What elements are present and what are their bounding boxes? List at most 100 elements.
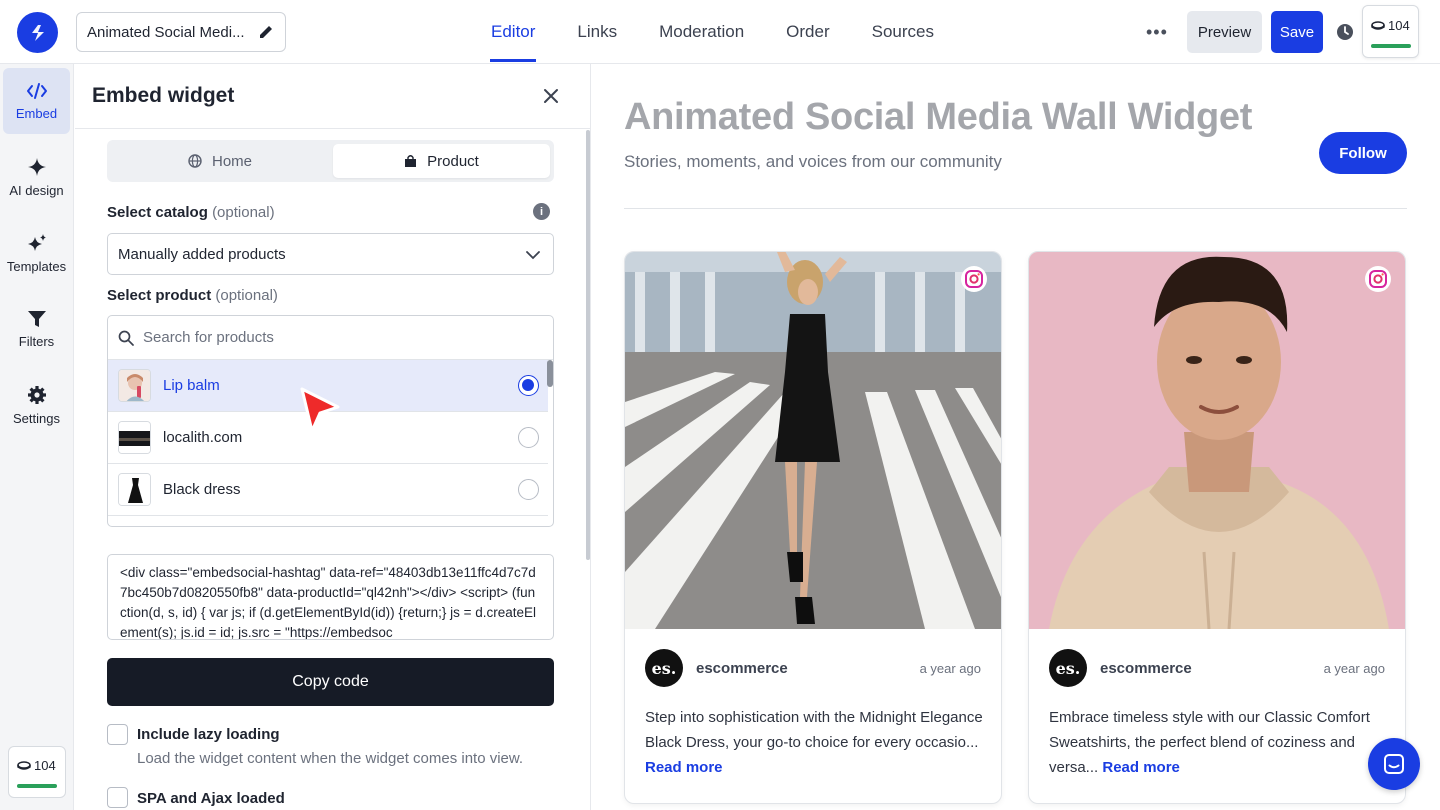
product-radio[interactable] [518,479,539,500]
product-search-input[interactable]: Search for products [108,316,553,360]
info-icon[interactable]: i [533,203,550,220]
catalog-select[interactable]: Manually added products [107,233,554,275]
sparkles-icon [27,233,46,251]
post-caption: Embrace timeless style with our Classic … [1049,709,1370,776]
logo-icon [31,24,44,41]
instagram-icon [1365,266,1391,292]
read-more-link[interactable]: Read more [645,759,723,776]
rail-item-label: Settings [13,410,60,426]
project-title-field[interactable]: Animated Social Medi... [76,12,286,52]
product-label: Select product (optional) [107,287,278,304]
list-item[interactable]: Black dress [108,464,548,516]
coins-icon [1371,20,1385,30]
catalog-value: Manually added products [118,245,286,263]
left-rail: Embed AI design Templates Filters Settin… [0,64,74,810]
product-radio[interactable] [518,375,539,396]
segment-home-label: Home [211,152,252,170]
spa-ajax-checkbox[interactable] [107,787,128,808]
post-card[interactable]: es. escommerce a year ago Step into soph… [624,251,1002,804]
coins-icon [17,760,31,770]
pointer-cursor-icon [300,387,340,433]
credits-count: 104 [1388,18,1410,33]
rail-credits-badge[interactable]: 104 [8,746,66,798]
globe-icon [188,154,202,168]
product-name: Black dress [163,481,241,498]
post-text: Step into sophistication with the Midnig… [645,705,985,780]
embed-code-textarea[interactable]: <div class="embedsocial-hashtag" data-re… [107,554,554,640]
post-time: a year ago [1323,661,1385,676]
product-name: localith.com [163,429,243,446]
segment-product-label: Product [427,152,479,170]
widget-preview: Animated Social Media Wall Widget Storie… [592,64,1440,810]
read-more-link[interactable]: Read more [1102,759,1180,776]
more-options-icon[interactable]: ••• [1146,22,1168,43]
instagram-icon [961,266,987,292]
tab-order[interactable]: Order [765,0,850,64]
history-clock-icon[interactable] [1336,23,1354,41]
rail-item-embed[interactable]: Embed [3,68,70,134]
copy-code-button[interactable]: Copy code [107,658,554,706]
post-image [625,252,1001,629]
product-list-scrollbar[interactable] [547,360,553,387]
product-thumbnail [118,369,151,402]
panel-scrollbar[interactable] [586,130,590,560]
embed-panel: Embed widget Home Product Select catalog… [75,64,591,810]
rail-item-templates[interactable]: Templates [3,220,70,286]
main-tabs: Editor Links Moderation Order Sources [470,0,955,64]
tab-sources[interactable]: Sources [851,0,955,64]
product-radio[interactable] [518,427,539,448]
rail-item-filters[interactable]: Filters [3,296,70,362]
follow-button[interactable]: Follow [1319,132,1407,174]
rail-item-label: Embed [15,105,58,121]
post-time: a year ago [919,661,981,676]
credits-badge[interactable]: 104 [1362,5,1419,58]
post-caption: Step into sophistication with the Midnig… [645,709,983,751]
gear-icon [27,385,46,404]
project-title: Animated Social Medi... [87,23,245,41]
avatar: es. [645,649,683,687]
credits-level-bar [1371,44,1411,48]
post-text: Embrace timeless style with our Classic … [1049,705,1389,780]
spa-ajax-label: SPA and Ajax loaded [137,790,285,807]
chevron-down-icon [526,251,540,260]
rail-credits-count: 104 [34,758,56,773]
product-thumbnail [118,421,151,454]
search-icon [118,330,134,346]
catalog-label: Select catalog (optional) [107,204,275,221]
post-username: escommerce [696,660,788,677]
divider [624,208,1407,209]
filter-icon [27,310,46,327]
code-icon [26,82,47,99]
panel-title: Embed widget [92,84,235,107]
search-placeholder: Search for products [143,329,274,346]
segment-home[interactable]: Home [111,144,329,178]
post-image [1029,252,1405,629]
close-icon[interactable] [543,88,559,104]
rail-item-label: Templates [6,258,67,274]
tab-editor[interactable]: Editor [470,0,556,64]
top-bar: Animated Social Medi... Editor Links Mod… [0,0,1440,64]
bag-icon [405,155,417,167]
wall-subtitle: Stories, moments, and voices from our co… [624,152,1002,171]
rail-item-ai-design[interactable]: AI design [3,144,70,210]
rail-item-label: AI design [9,182,64,198]
post-username: escommerce [1100,660,1192,677]
pencil-icon[interactable] [257,23,275,41]
rail-item-settings[interactable]: Settings [3,372,70,438]
rail-item-label: Filters [18,333,55,349]
sparkle-icon [27,157,46,176]
segment-product[interactable]: Product [333,144,550,178]
lazy-loading-checkbox[interactable] [107,724,128,745]
preview-button[interactable]: Preview [1187,11,1262,53]
tab-moderation[interactable]: Moderation [638,0,765,64]
tab-links[interactable]: Links [556,0,638,64]
panel-header: Embed widget [75,64,591,129]
save-button[interactable]: Save [1271,11,1323,53]
rail-credits-level-bar [17,784,57,788]
app-logo[interactable] [17,12,58,53]
post-card[interactable]: es. escommerce a year ago Embrace timele… [1028,251,1406,804]
chat-launcher-button[interactable] [1368,738,1420,790]
product-thumbnail [118,473,151,506]
lazy-loading-label: Include lazy loading [137,726,280,743]
lazy-loading-description: Load the widget content when the widget … [137,750,524,767]
